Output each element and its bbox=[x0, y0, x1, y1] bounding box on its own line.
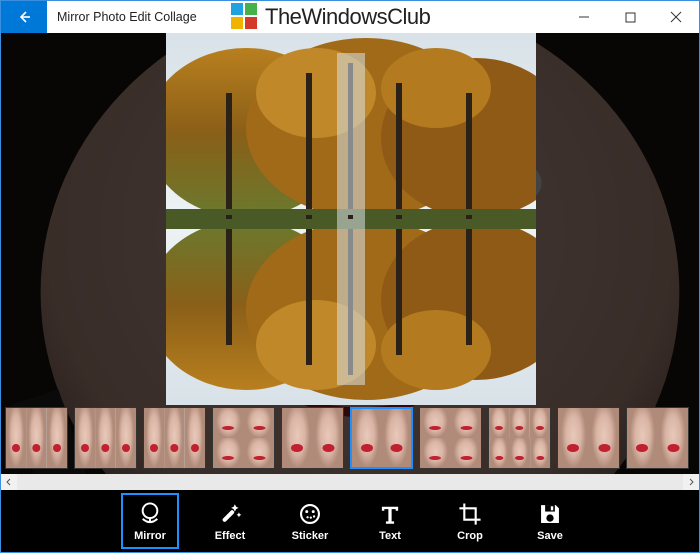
crop-tool-button[interactable]: Crop bbox=[441, 493, 499, 549]
window-system-buttons bbox=[561, 1, 699, 33]
mirror-tool-label: Mirror bbox=[134, 530, 166, 542]
thumb-preview-icon bbox=[589, 408, 620, 468]
thumb-preview-icon bbox=[47, 408, 67, 468]
effect-icon bbox=[216, 500, 244, 528]
thumb-preview-icon bbox=[530, 438, 550, 468]
mirror-layout-thumb[interactable] bbox=[143, 407, 206, 469]
crop-icon bbox=[456, 500, 484, 528]
minimize-button[interactable] bbox=[561, 1, 607, 33]
save-icon bbox=[536, 500, 564, 528]
thumb-preview-icon bbox=[451, 438, 482, 468]
thumb-preview-icon bbox=[185, 408, 205, 468]
thumb-preview-icon bbox=[420, 408, 451, 438]
crop-tool-label: Crop bbox=[457, 530, 483, 542]
mirror-layout-thumb[interactable] bbox=[419, 407, 482, 469]
watermark-logo-icon bbox=[231, 3, 259, 31]
thumb-preview-icon bbox=[313, 408, 344, 468]
thumb-preview-icon bbox=[95, 408, 115, 468]
thumb-preview-icon bbox=[26, 408, 46, 468]
sticker-tool-label: Sticker bbox=[292, 530, 329, 542]
mirror-layout-thumb[interactable] bbox=[281, 407, 344, 469]
mirror-tool-button[interactable]: Mirror bbox=[121, 493, 179, 549]
thumb-preview-icon bbox=[352, 409, 382, 467]
thumb-preview-icon bbox=[244, 408, 275, 438]
watermark: TheWindowsClub bbox=[231, 1, 430, 33]
sticker-tool-button[interactable]: Sticker bbox=[281, 493, 339, 549]
text-icon bbox=[376, 500, 404, 528]
mirror-layout-thumb[interactable] bbox=[74, 407, 137, 469]
minimize-icon bbox=[578, 11, 590, 23]
thumb-preview-icon bbox=[382, 409, 412, 467]
scroll-right-button[interactable] bbox=[683, 474, 699, 490]
text-tool-button[interactable]: Text bbox=[361, 493, 419, 549]
maximize-button[interactable] bbox=[607, 1, 653, 33]
watermark-text: TheWindowsClub bbox=[265, 4, 430, 30]
thumb-preview-icon bbox=[244, 438, 275, 468]
app-window: Mirror Photo Edit Collage TheWindowsClub bbox=[0, 0, 700, 553]
thumb-preview-icon bbox=[658, 408, 689, 468]
scrollbar-track[interactable] bbox=[17, 474, 683, 490]
mirror-layout-thumb[interactable] bbox=[212, 407, 275, 469]
thumb-preview-icon bbox=[530, 408, 550, 438]
mirror-layout-thumb[interactable] bbox=[557, 407, 620, 469]
text-tool-label: Text bbox=[379, 530, 401, 542]
close-icon bbox=[670, 11, 682, 23]
thumb-preview-icon bbox=[558, 408, 589, 468]
mirror-layout-thumb[interactable] bbox=[488, 407, 551, 469]
mirror-layout-thumbnails bbox=[1, 402, 699, 474]
thumb-preview-icon bbox=[282, 408, 313, 468]
main-canvas[interactable] bbox=[166, 33, 536, 405]
thumb-preview-icon bbox=[116, 408, 136, 468]
sticker-icon bbox=[296, 500, 324, 528]
thumb-preview-icon bbox=[489, 408, 509, 438]
thumb-preview-icon bbox=[420, 438, 451, 468]
thumb-preview-icon bbox=[6, 408, 26, 468]
mirror-icon bbox=[136, 500, 164, 528]
mirror-layout-thumb[interactable] bbox=[626, 407, 689, 469]
effect-tool-label: Effect bbox=[215, 530, 246, 542]
thumb-preview-icon bbox=[627, 408, 658, 468]
save-tool-label: Save bbox=[537, 530, 563, 542]
bottom-toolbar: Mirror Effect Sticker Text Crop Save bbox=[1, 490, 699, 552]
window-title: Mirror Photo Edit Collage bbox=[47, 1, 207, 33]
scroll-left-button[interactable] bbox=[1, 474, 17, 490]
thumb-preview-icon bbox=[75, 408, 95, 468]
back-arrow-icon bbox=[16, 9, 32, 25]
mirror-layout-thumb[interactable] bbox=[350, 407, 413, 469]
chevron-left-icon bbox=[5, 478, 13, 486]
thumb-preview-icon bbox=[213, 438, 244, 468]
save-tool-button[interactable]: Save bbox=[521, 493, 579, 549]
thumb-preview-icon bbox=[451, 408, 482, 438]
effect-tool-button[interactable]: Effect bbox=[201, 493, 259, 549]
back-button[interactable] bbox=[1, 1, 47, 33]
close-button[interactable] bbox=[653, 1, 699, 33]
title-bar: Mirror Photo Edit Collage TheWindowsClub bbox=[1, 1, 699, 33]
thumb-preview-icon bbox=[509, 408, 529, 438]
thumbnail-scrollbar[interactable] bbox=[1, 474, 699, 490]
thumb-preview-icon bbox=[213, 408, 244, 438]
maximize-icon bbox=[625, 12, 636, 23]
mirror-layout-thumb[interactable] bbox=[5, 407, 68, 469]
editor-stage: Mirror Effect Sticker Text Crop Save bbox=[1, 33, 699, 552]
thumb-preview-icon bbox=[489, 438, 509, 468]
thumb-preview-icon bbox=[509, 438, 529, 468]
thumb-preview-icon bbox=[164, 408, 184, 468]
thumb-preview-icon bbox=[144, 408, 164, 468]
chevron-right-icon bbox=[687, 478, 695, 486]
